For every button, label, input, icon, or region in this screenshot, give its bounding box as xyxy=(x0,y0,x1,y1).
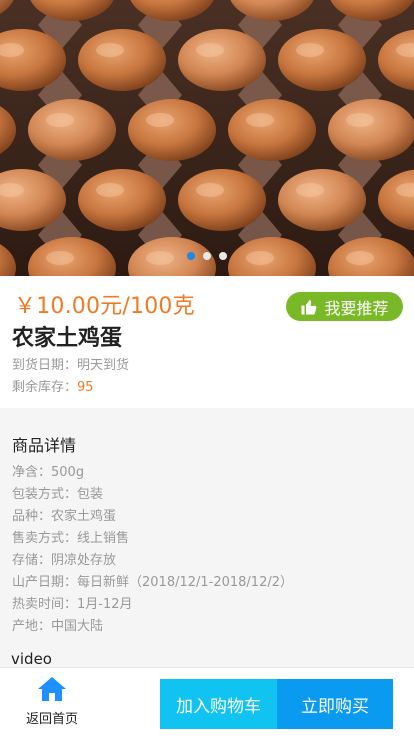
spec-item: 净含：500g xyxy=(12,465,85,480)
carousel-dot-2[interactable] xyxy=(203,252,211,260)
recommend-button[interactable]: 我要推荐 xyxy=(286,292,403,321)
spec-item: 山产日期：每日新鲜（2018/12/1-2018/12/2） xyxy=(12,575,294,590)
product-details: 商品详情 净含：500g 包装方式：包装 品种：农家土鸡蛋 售卖方式：线上销售 … xyxy=(0,408,414,667)
spec-item: 包装方式：包装 xyxy=(12,487,104,502)
spec-item: 热卖时间：1月-12月 xyxy=(12,597,133,612)
recommend-label: 我要推荐 xyxy=(324,298,389,318)
carousel-dot-1[interactable] xyxy=(187,252,195,260)
carousel-dot-3[interactable] xyxy=(219,252,227,260)
home-icon xyxy=(38,677,66,701)
product-image-carousel[interactable] xyxy=(0,0,414,276)
arrival-date-row: 到货日期：明天到货 xyxy=(12,354,129,373)
product-name: 农家土鸡蛋 xyxy=(12,326,123,351)
video-section-label: video xyxy=(11,650,52,667)
spec-item: 存储：阴凉处存放 xyxy=(12,553,117,568)
stock-label: 剩余库存： xyxy=(12,380,78,395)
spec-item: 品种：农家土鸡蛋 xyxy=(12,509,117,524)
spec-list: 净含：500g 包装方式：包装 品种：农家土鸡蛋 售卖方式：线上销售 存储：阴凉… xyxy=(12,462,293,638)
arrival-date-label: 到货日期： xyxy=(12,358,78,373)
stock-row: 剩余库存：95 xyxy=(12,376,94,395)
stock-value: 95 xyxy=(77,380,94,395)
thumbs-up-icon xyxy=(301,299,317,314)
add-to-cart-button[interactable]: 加入购物车 xyxy=(160,679,277,729)
arrival-date-value: 明天到货 xyxy=(77,358,130,373)
product-info: ￥10.00元/100克 我要推荐 农家土鸡蛋 到货日期：明天到货 剩余库存：9… xyxy=(0,276,414,408)
spec-item: 售卖方式：线上销售 xyxy=(12,531,130,546)
egg-carton-photo xyxy=(0,0,414,276)
spec-item: 产地：中国大陆 xyxy=(12,619,104,634)
buy-now-button[interactable]: 立即购买 xyxy=(277,679,393,729)
home-label: 返回首页 xyxy=(25,712,78,727)
home-button[interactable]: 返回首页 xyxy=(16,676,88,732)
carousel-indicators xyxy=(0,252,414,260)
details-title: 商品详情 xyxy=(12,436,77,455)
product-price: ￥10.00元/100克 xyxy=(14,294,195,319)
bottom-action-bar: 返回首页 加入购物车 立即购买 xyxy=(0,667,414,736)
